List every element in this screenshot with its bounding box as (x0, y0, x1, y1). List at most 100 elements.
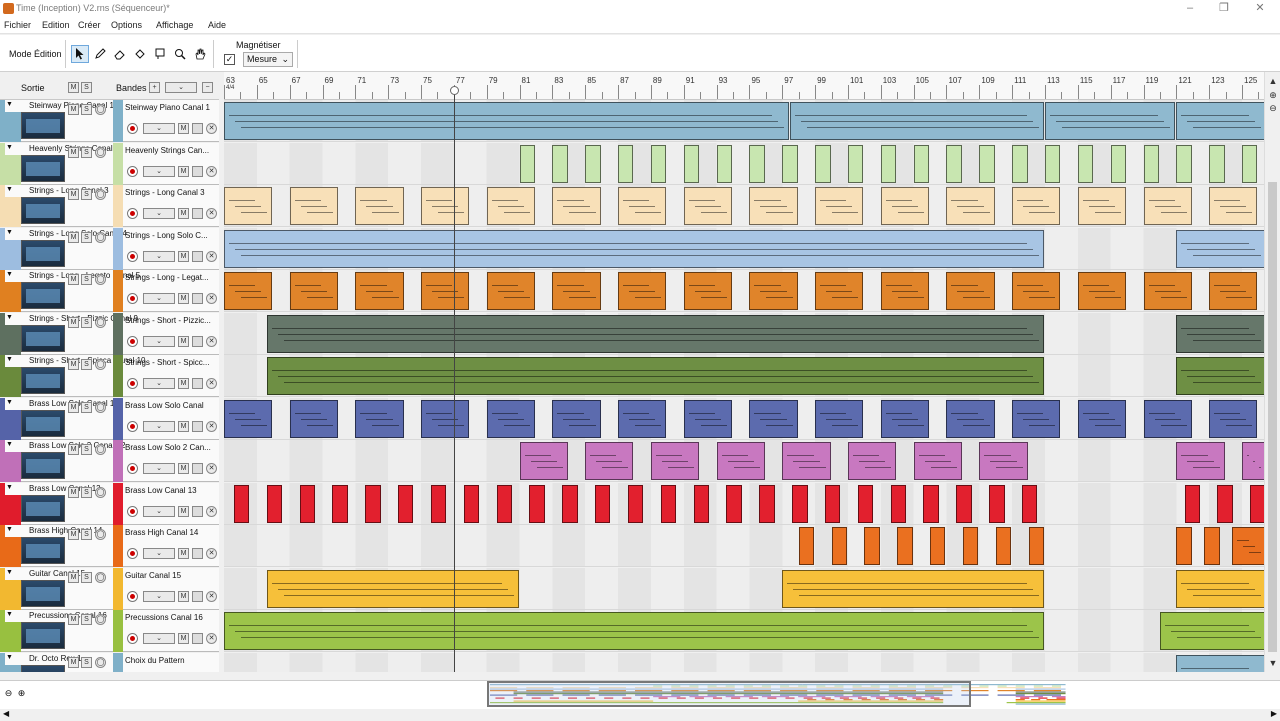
minimize-icon[interactable]: – (1176, 1, 1204, 15)
midi-clip[interactable] (1143, 187, 1192, 225)
track-row[interactable]: ▼ Brass High Canal 14 M S ◯ Brass High C… (0, 525, 1264, 568)
midi-clip[interactable] (618, 399, 667, 438)
menu-creer[interactable]: Créer (78, 20, 101, 30)
midi-clip[interactable] (1143, 272, 1192, 310)
midi-clip[interactable] (1012, 272, 1061, 310)
scroll-down-icon[interactable]: ▼ (1267, 658, 1279, 669)
track-solo-button[interactable]: S (81, 231, 92, 243)
midi-clip[interactable] (266, 484, 283, 523)
midi-clip[interactable] (289, 272, 338, 310)
record-arm-icon[interactable] (127, 633, 138, 644)
midi-clip[interactable] (1204, 527, 1220, 565)
midi-clip[interactable] (1077, 187, 1127, 225)
track-select-dropdown[interactable]: ⌄ (143, 123, 175, 134)
midi-clip[interactable] (650, 442, 700, 480)
track-lane[interactable] (224, 652, 1264, 672)
track-monitor-button[interactable]: ◯ (95, 189, 106, 200)
fold-toggle-icon[interactable]: ▼ (6, 186, 13, 193)
midi-clip[interactable] (1209, 399, 1258, 438)
track-mute-button[interactable]: M (68, 401, 79, 413)
scroll-up-icon[interactable]: ▲ (1267, 76, 1279, 87)
instrument-thumbnail[interactable] (21, 622, 65, 649)
midi-clip[interactable] (1077, 399, 1127, 438)
midi-clip[interactable] (266, 569, 519, 608)
record-arm-icon[interactable] (127, 293, 138, 304)
midi-clip[interactable] (627, 484, 644, 523)
midi-track-panel[interactable]: Brass Low Solo 2 Can... ⌄ M ✕ (113, 440, 219, 482)
midi-monitor-button[interactable]: ✕ (206, 293, 217, 304)
midi-clip[interactable] (995, 527, 1012, 565)
midi-clip[interactable] (1176, 144, 1192, 183)
midi-clip[interactable] (979, 442, 1028, 480)
zoom-out-vertical-icon[interactable]: ⊖ (1267, 103, 1279, 114)
track-mute-button[interactable]: M (68, 656, 79, 668)
instrument-thumbnail[interactable] (21, 324, 65, 352)
track-lane[interactable] (224, 185, 1264, 227)
fold-toggle-icon[interactable]: ▼ (6, 101, 13, 108)
record-arm-icon[interactable] (127, 463, 138, 474)
fold-toggle-icon[interactable]: ▼ (6, 356, 13, 363)
track-lane[interactable] (224, 142, 1264, 185)
midi-track-panel[interactable]: Brass Low Canal 13 ⌄ M ✕ (113, 482, 219, 525)
midi-mute-button[interactable]: M (178, 293, 189, 304)
midi-clip[interactable] (365, 484, 381, 523)
instrument-thumbnail[interactable] (21, 197, 65, 224)
track-row[interactable]: ▼ Strings - Long Solo Canal 4 M S ◯ Stri… (0, 227, 1264, 271)
midi-clip[interactable] (421, 187, 470, 225)
track-header[interactable]: ▼ Brass Low Canal 13 M S ◯ Brass Low Can… (0, 482, 219, 525)
midi-mute-button[interactable]: M (178, 420, 189, 432)
midi-clip[interactable] (790, 102, 1044, 140)
midi-clip[interactable] (421, 272, 470, 310)
playhead-handle[interactable] (449, 86, 459, 95)
horizontal-scrollbar[interactable]: ◀ ▶ (0, 709, 1280, 721)
midi-clip[interactable] (1250, 484, 1264, 523)
midi-clip[interactable] (683, 272, 732, 310)
record-arm-icon[interactable] (127, 505, 138, 517)
track-header[interactable]: ▼ Precussions Canal 16 M S ◯ Precussions… (0, 610, 219, 652)
midi-clip[interactable] (1143, 399, 1192, 438)
midi-clip[interactable] (529, 484, 545, 523)
midi-track-panel[interactable]: Strings - Long Solo C... ⌄ M ✕ (113, 227, 219, 270)
instrument-thumbnail[interactable] (21, 494, 65, 522)
track-monitor-button[interactable]: ◯ (95, 316, 106, 328)
timeline-ruler[interactable]: 63 65 67 69 71 73 75 77 79 81 83 85 87 89 91 93 95 97 99 10… (224, 72, 1264, 100)
track-select-dropdown[interactable]: ⌄ (143, 463, 175, 474)
instrument-thumbnail[interactable] (21, 112, 65, 139)
midi-mute-button[interactable]: M (178, 250, 189, 262)
instrument-thumbnail[interactable] (21, 579, 65, 607)
midi-clip[interactable] (716, 442, 765, 480)
midi-clip[interactable] (1176, 569, 1264, 608)
hand-icon[interactable] (191, 45, 209, 63)
track-monitor-button[interactable]: ◯ (95, 529, 106, 540)
midi-clip[interactable] (962, 527, 979, 565)
midi-clip[interactable] (552, 187, 601, 225)
midi-track-panel[interactable]: Precussions Canal 16 ⌄ M ✕ (113, 610, 219, 652)
track-header[interactable]: ▼ Dr. Octo Rex 1 M S ◯ Choix du Pattern … (0, 652, 219, 672)
track-solo-button[interactable]: S (81, 529, 92, 540)
fold-toggle-icon[interactable]: ▼ (6, 271, 13, 278)
instrument-thumbnail[interactable] (21, 452, 65, 479)
midi-clip[interactable] (726, 484, 742, 523)
midi-track-panel[interactable]: Strings - Short - Spicc... ⌄ M ✕ (113, 355, 219, 397)
add-lane-button[interactable]: + (149, 82, 160, 93)
track-header[interactable]: ▼ Strings - Long Canal 3 M S ◯ Strings -… (0, 185, 219, 227)
midi-clip[interactable] (857, 484, 874, 523)
midi-clip[interactable] (332, 484, 348, 523)
midi-clip[interactable] (289, 399, 338, 438)
midi-clip[interactable] (618, 144, 634, 183)
track-monitor-button[interactable]: ◯ (95, 614, 106, 625)
midi-clip[interactable] (552, 399, 601, 438)
midi-clip[interactable] (224, 187, 273, 225)
track-monitor-button[interactable]: ◯ (95, 274, 106, 285)
track-solo-button[interactable]: S (81, 571, 92, 583)
track-row[interactable]: ▼ Strings - Short - Spicca Canal 10 M S … (0, 355, 1264, 398)
midi-clip[interactable] (880, 399, 930, 438)
midi-monitor-button[interactable]: ✕ (206, 548, 217, 559)
menu-aide[interactable]: Aide (208, 20, 226, 30)
track-header[interactable]: ▼ Brass High Canal 14 M S ◯ Brass High C… (0, 525, 219, 567)
midi-clip[interactable] (224, 399, 273, 438)
midi-clip[interactable] (946, 399, 995, 438)
track-row[interactable]: ▼ Strings - Long - Legato Canal 5 M S ◯ … (0, 270, 1264, 313)
midi-clip[interactable] (880, 187, 930, 225)
midi-clip[interactable] (897, 527, 913, 565)
